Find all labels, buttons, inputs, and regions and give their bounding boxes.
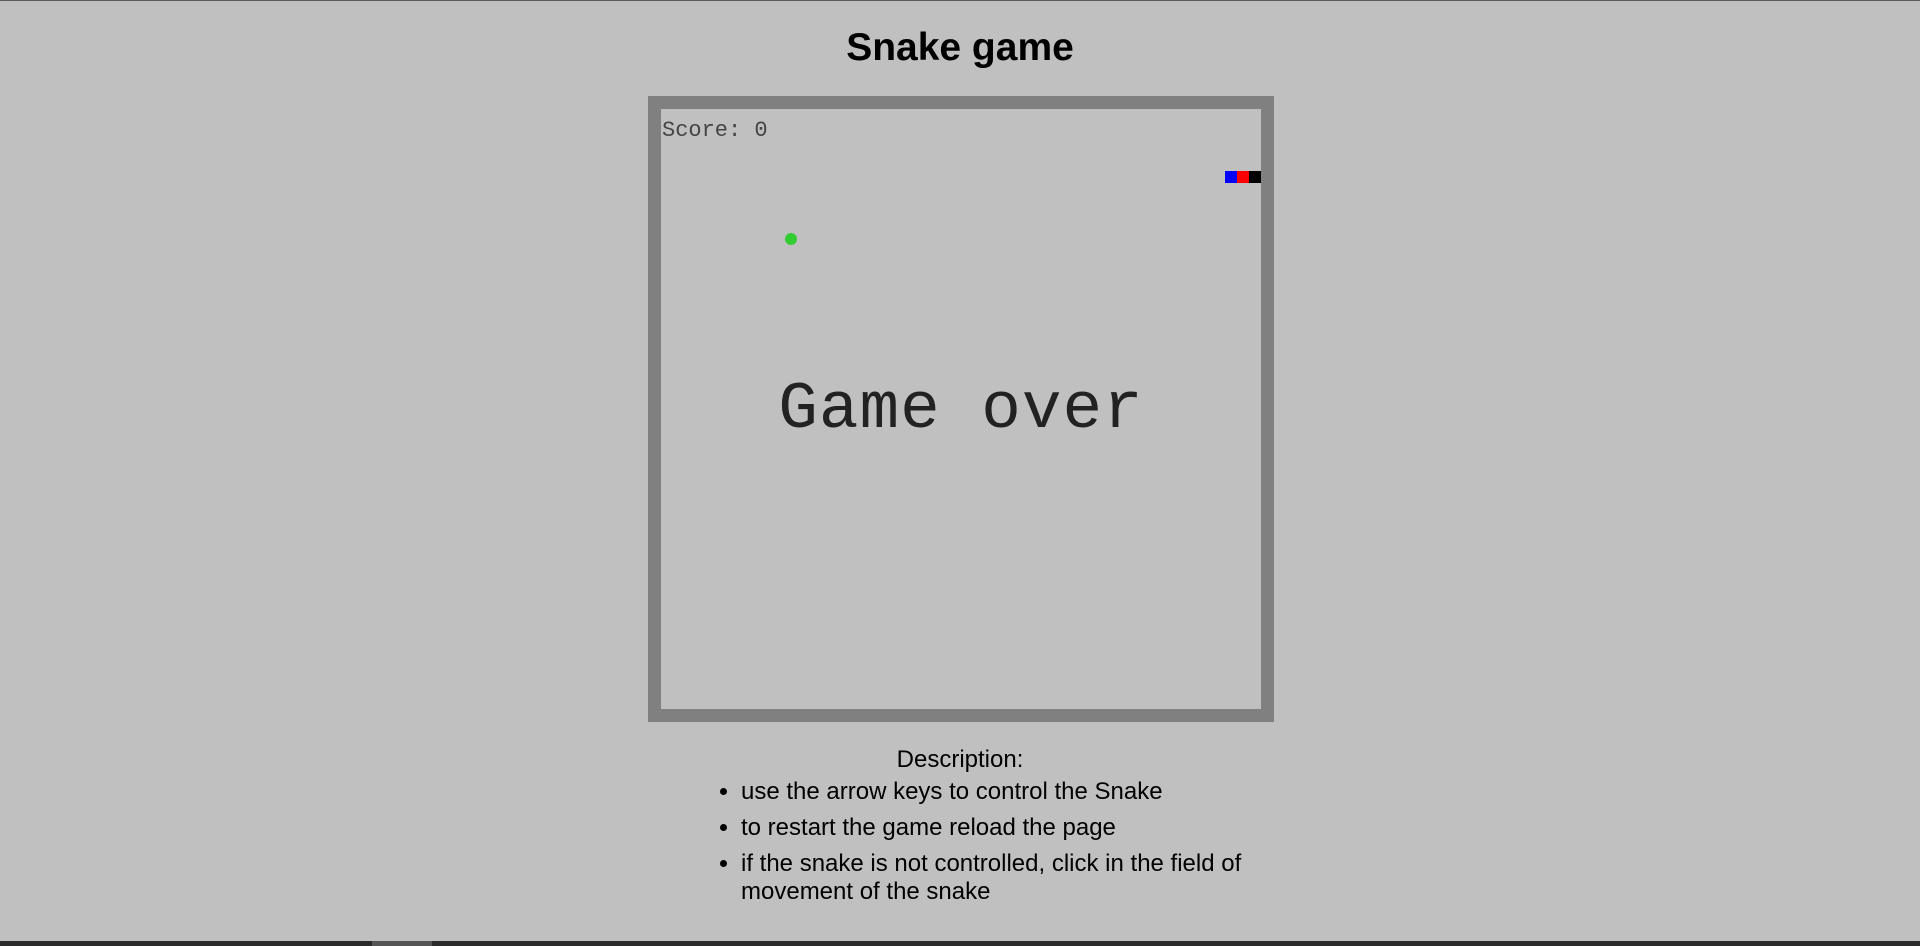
- game-board[interactable]: Score: 0 Game over: [648, 96, 1274, 722]
- score-display: Score: 0: [662, 118, 768, 143]
- list-item: use the arrow keys to control the Snake: [741, 778, 1301, 806]
- description-list: use the arrow keys to control the Snake …: [716, 778, 1301, 914]
- snake-segment-tail: [1249, 171, 1261, 183]
- list-item: if the snake is not controlled, click in…: [741, 850, 1301, 906]
- game-over-text: Game over: [778, 372, 1144, 447]
- top-border: [0, 0, 1920, 1]
- food-dot: [785, 233, 797, 245]
- horizontal-scrollbar[interactable]: [0, 941, 1920, 946]
- snake-segment-head: [1225, 171, 1237, 183]
- snake-segment-body: [1237, 171, 1249, 183]
- list-item: to restart the game reload the page: [741, 814, 1301, 842]
- page-title: Snake game: [846, 26, 1074, 69]
- scrollbar-thumb[interactable]: [372, 941, 432, 946]
- description-heading: Description:: [896, 746, 1024, 773]
